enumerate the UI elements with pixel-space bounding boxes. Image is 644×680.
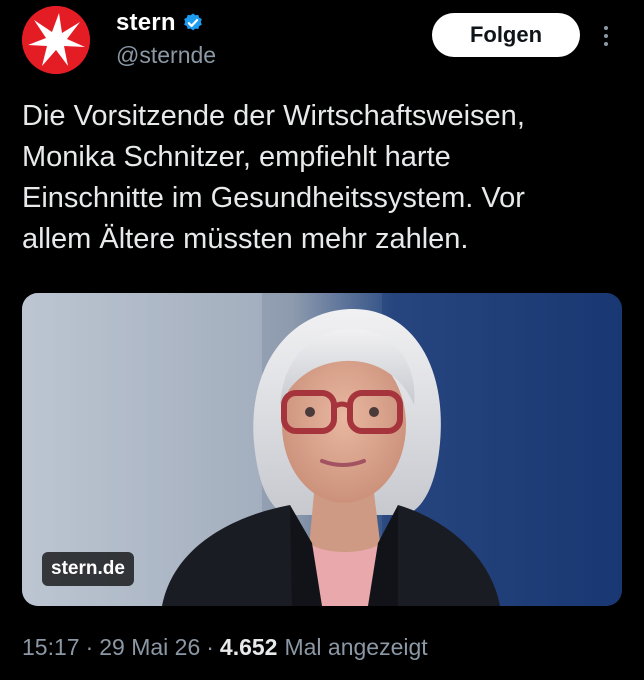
author-name-row[interactable]: stern (116, 8, 204, 38)
more-options-button[interactable] (596, 20, 616, 52)
views-label[interactable]: Mal angezeigt (284, 634, 427, 661)
avatar[interactable] (22, 6, 90, 74)
tweet-text: Die Vorsitzende der Wirtschaftsweisen, M… (22, 100, 525, 255)
stern-star-logo-icon (22, 6, 90, 74)
more-vertical-icon (604, 26, 608, 30)
tweet-time[interactable]: 15:17 (22, 634, 80, 661)
more-vertical-icon-dot (604, 34, 608, 38)
tweet-date[interactable]: 29 Mai 26 (99, 634, 200, 661)
views-count[interactable]: 4.652 (220, 634, 278, 661)
tweet-meta-row: 15:17 · 29 Mai 26 · 4.652 Mal angezeigt (22, 634, 428, 661)
author-handle[interactable]: @sternde (116, 42, 216, 69)
verified-badge-icon (182, 12, 204, 34)
more-vertical-icon-dot (604, 42, 608, 46)
meta-separator: · (206, 634, 214, 660)
follow-button[interactable]: Folgen (432, 13, 580, 57)
link-domain-badge[interactable]: stern.de (42, 552, 134, 586)
meta-separator: · (85, 634, 94, 660)
author-display-name[interactable]: stern (116, 9, 176, 37)
